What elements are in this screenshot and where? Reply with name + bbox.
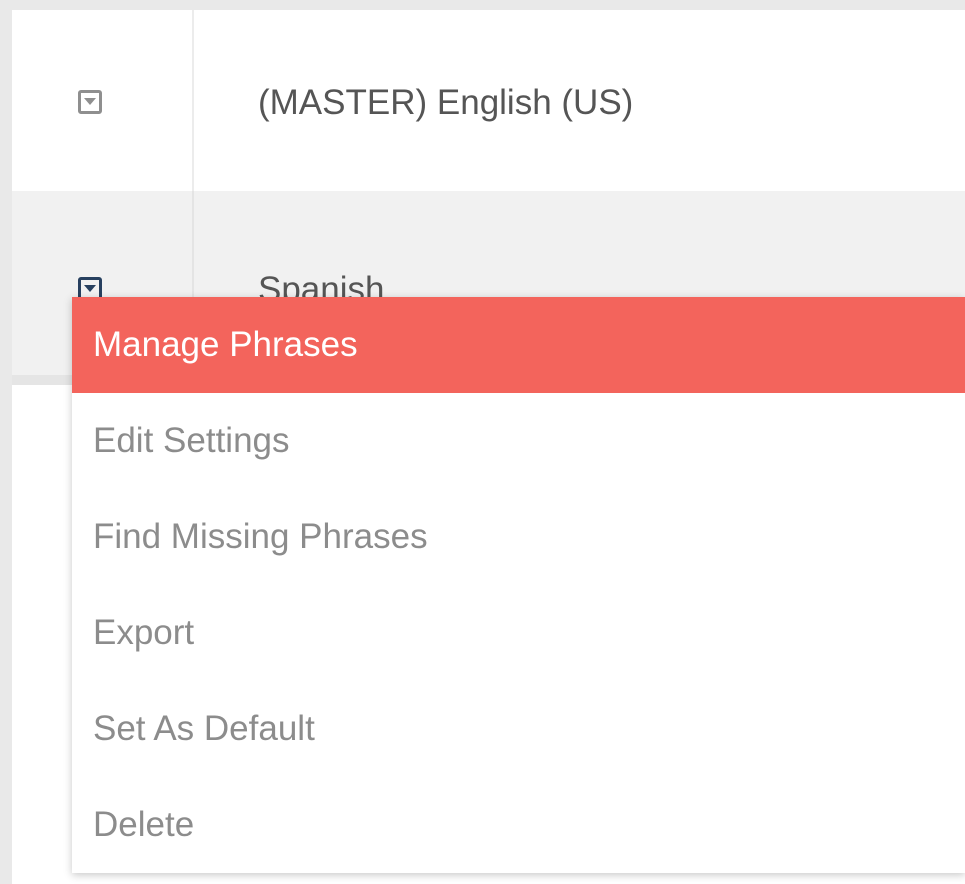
menu-item-export[interactable]: Export (72, 585, 965, 681)
menu-item-delete[interactable]: Delete (72, 777, 965, 873)
language-name: (MASTER) English (US) (258, 83, 634, 122)
menu-item-manage-phrases[interactable]: Manage Phrases (72, 297, 965, 393)
caret-down-square-icon (84, 285, 96, 292)
menu-item-set-as-default[interactable]: Set As Default (72, 681, 965, 777)
column-divider (192, 10, 194, 191)
row-actions-dropdown-menu: Manage Phrases Edit Settings Find Missin… (72, 297, 965, 873)
caret-down-square-icon (84, 98, 96, 105)
row-actions-toggle-button[interactable] (78, 90, 102, 114)
screen: (MASTER) English (US) Spanish Manage Phr… (0, 0, 965, 884)
table-row: (MASTER) English (US) (12, 10, 965, 191)
menu-item-find-missing-phrases[interactable]: Find Missing Phrases (72, 489, 965, 585)
menu-item-edit-settings[interactable]: Edit Settings (72, 393, 965, 489)
